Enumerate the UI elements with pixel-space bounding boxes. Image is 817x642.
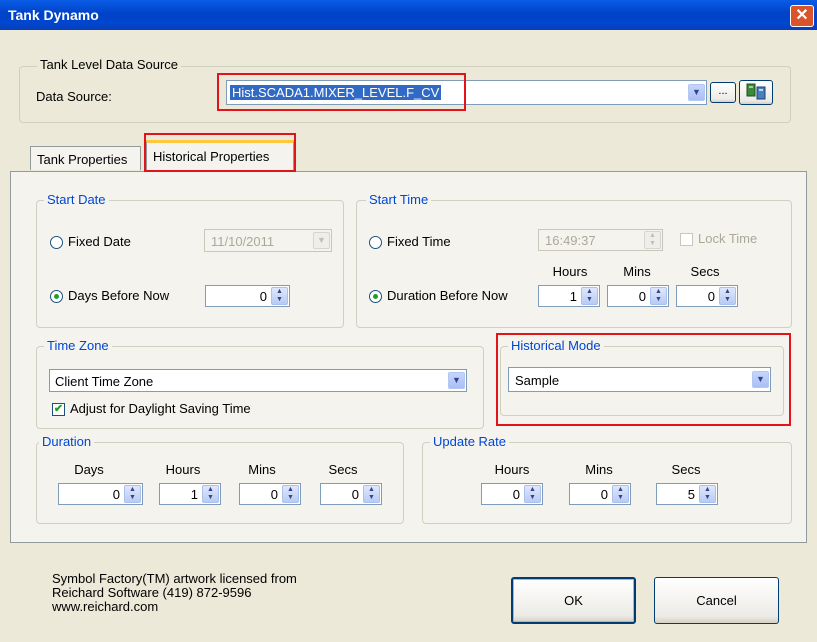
update-rate-group-label: Update Rate (430, 434, 509, 449)
duration-secs-value[interactable]: 0 (352, 487, 359, 502)
tab-tank-properties[interactable]: Tank Properties (30, 146, 141, 170)
start-time-hours-value[interactable]: 1 (570, 289, 577, 304)
time-zone-value[interactable]: Client Time Zone (55, 374, 153, 389)
cancel-button[interactable]: Cancel (654, 577, 779, 624)
data-source-label: Data Source: (36, 89, 112, 104)
lock-time-label: Lock Time (698, 231, 758, 246)
fixed-date-picker: 11/10/2011 ▼ (204, 229, 332, 252)
start-time-secs-header: Secs (690, 264, 720, 279)
spin-arrows-icon[interactable]: ▲ ▼ (282, 485, 299, 503)
start-time-secs-value[interactable]: 0 (708, 289, 715, 304)
fixed-date-label: Fixed Date (68, 234, 131, 249)
fixed-time-radio[interactable] (369, 236, 382, 249)
update-rate-hours-stepper[interactable]: 0 ▲ ▼ (481, 483, 543, 505)
spin-arrows-icon[interactable]: ▲ ▼ (581, 287, 598, 305)
license-line-3: www.reichard.com (52, 599, 159, 614)
update-rate-secs-stepper[interactable]: 5 ▲ ▼ (656, 483, 718, 505)
data-source-browser-button[interactable] (739, 80, 773, 105)
close-button[interactable]: ✕ (790, 5, 814, 27)
time-zone-group-label: Time Zone (44, 338, 112, 353)
duration-mins-stepper[interactable]: 0 ▲ ▼ (239, 483, 301, 505)
duration-hours-stepper[interactable]: 1 ▲ ▼ (159, 483, 221, 505)
update-rate-mins-value[interactable]: 0 (601, 487, 608, 502)
duration-before-now-radio[interactable] (369, 290, 382, 303)
days-before-now-stepper[interactable]: 0 ▲ ▼ (205, 285, 290, 307)
start-time-mins-value[interactable]: 0 (639, 289, 646, 304)
fixed-time-label: Fixed Time (387, 234, 451, 249)
spin-arrows-icon[interactable]: ▲ ▼ (612, 485, 629, 503)
duration-hours-header: Hours (165, 462, 201, 477)
license-line-2: Reichard Software (419) 872-9596 (52, 585, 252, 600)
chevron-down-icon: ▼ (313, 232, 330, 249)
time-zone-select[interactable]: Client Time Zone ▼ (49, 369, 467, 392)
days-before-now-label: Days Before Now (68, 288, 170, 303)
fixed-time-stepper: 16:49:37 ▲ ▼ (538, 229, 663, 251)
daylight-saving-label: Adjust for Daylight Saving Time (70, 401, 251, 416)
spin-arrows-icon[interactable]: ▲ ▼ (271, 287, 288, 305)
data-browser-icon (746, 83, 766, 100)
duration-days-stepper[interactable]: 0 ▲ ▼ (58, 483, 143, 505)
ok-button[interactable]: OK (511, 577, 636, 624)
fixed-time-value: 16:49:37 (545, 233, 596, 248)
spin-arrows-icon[interactable]: ▲ ▼ (124, 485, 141, 503)
window-title: Tank Dynamo (8, 7, 99, 23)
browse-button[interactable]: ... (710, 82, 736, 103)
days-before-now-radio[interactable] (50, 290, 63, 303)
update-rate-mins-stepper[interactable]: 0 ▲ ▼ (569, 483, 631, 505)
start-time-group-label: Start Time (366, 192, 432, 207)
start-date-group-label: Start Date (44, 192, 109, 207)
spin-arrows-icon[interactable]: ▲ ▼ (650, 287, 667, 305)
days-before-now-value[interactable]: 0 (260, 289, 267, 304)
duration-hours-value[interactable]: 1 (191, 487, 198, 502)
start-time-mins-header: Mins (623, 264, 651, 279)
duration-mins-header: Mins (248, 462, 276, 477)
duration-days-value[interactable]: 0 (113, 487, 120, 502)
spin-arrows-icon[interactable]: ▲ ▼ (363, 485, 380, 503)
daylight-saving-checkbox[interactable]: ✔ (52, 403, 65, 416)
duration-days-header: Days (74, 462, 104, 477)
start-time-hours-stepper[interactable]: 1 ▲ ▼ (538, 285, 600, 307)
duration-secs-stepper[interactable]: 0 ▲ ▼ (320, 483, 382, 505)
update-rate-hours-header: Hours (494, 462, 530, 477)
duration-group-label: Duration (39, 434, 95, 449)
duration-secs-header: Secs (328, 462, 358, 477)
data-source-group-label: Tank Level Data Source (37, 57, 182, 72)
duration-before-now-label: Duration Before Now (387, 288, 508, 303)
historical-tab-highlight (144, 133, 296, 172)
start-date-group (36, 200, 344, 328)
start-time-secs-stepper[interactable]: 0 ▲ ▼ (676, 285, 738, 307)
update-rate-secs-value[interactable]: 5 (688, 487, 695, 502)
chevron-down-icon[interactable]: ▼ (448, 372, 465, 389)
update-rate-secs-header: Secs (671, 462, 701, 477)
start-time-mins-stepper[interactable]: 0 ▲ ▼ (607, 285, 669, 307)
fixed-date-radio[interactable] (50, 236, 63, 249)
data-source-highlight (217, 73, 466, 111)
update-rate-mins-header: Mins (585, 462, 613, 477)
spin-arrows-icon[interactable]: ▲ ▼ (719, 287, 736, 305)
spin-arrows-icon[interactable]: ▲ ▼ (202, 485, 219, 503)
update-rate-hours-value[interactable]: 0 (513, 487, 520, 502)
license-text: Symbol Factory(TM) artwork licensed from… (52, 572, 297, 614)
title-bar (0, 0, 817, 30)
spin-arrows-icon[interactable]: ▲ ▼ (699, 485, 716, 503)
duration-mins-value[interactable]: 0 (271, 487, 278, 502)
chevron-down-icon[interactable]: ▼ (688, 84, 705, 101)
start-time-hours-header: Hours (552, 264, 588, 279)
lock-time-checkbox (680, 233, 693, 246)
fixed-date-value: 11/10/2011 (211, 234, 275, 249)
spin-arrows-icon[interactable]: ▲ ▼ (524, 485, 541, 503)
license-line-1: Symbol Factory(TM) artwork licensed from (52, 571, 297, 586)
spin-arrows-icon: ▲ ▼ (644, 231, 661, 249)
historical-mode-highlight (496, 333, 791, 426)
